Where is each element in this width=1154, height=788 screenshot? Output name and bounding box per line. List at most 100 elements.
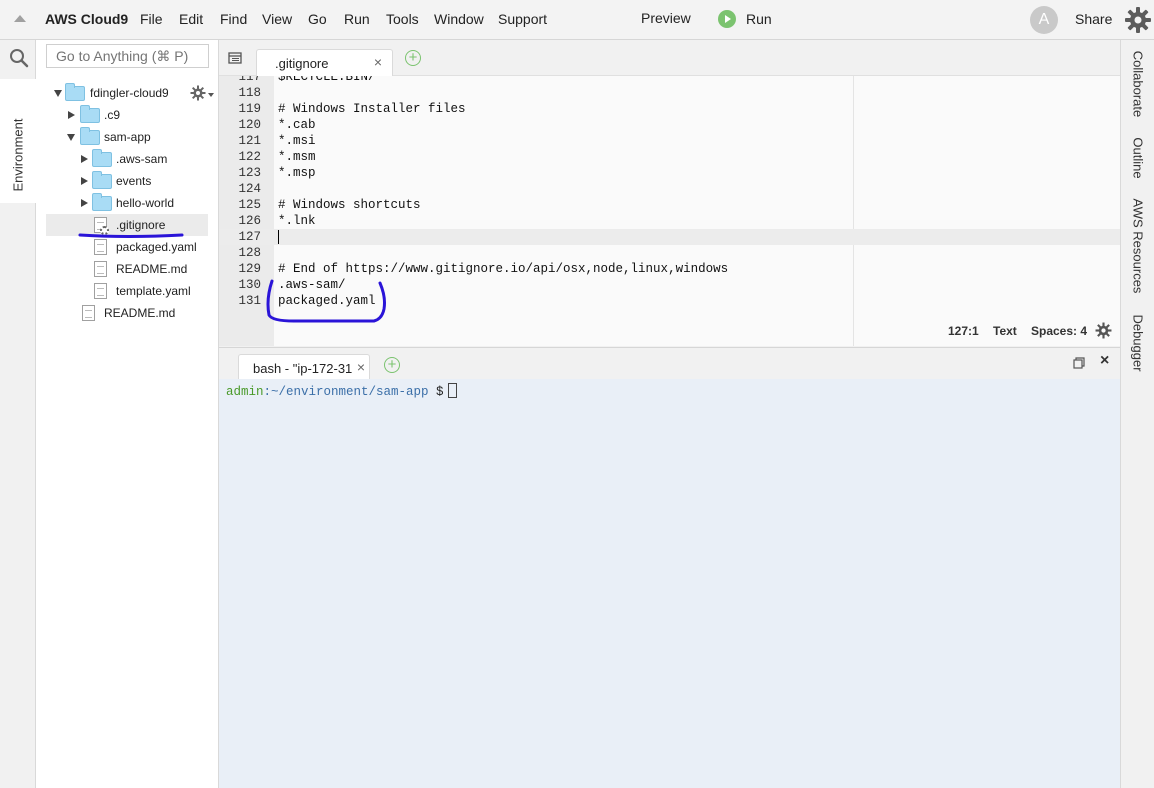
expand-arrow-icon[interactable]	[68, 111, 75, 119]
tab-environment[interactable]: Environment	[0, 79, 36, 203]
line-text: *.msi	[278, 134, 316, 148]
code-line: 117 $RECYCLE.BIN/	[219, 76, 1120, 85]
tree-item-packaged-yaml-file[interactable]: packaged.yaml	[46, 236, 208, 258]
tree-item-aws-sam-folder[interactable]: .aws-sam	[46, 148, 208, 170]
menu-support[interactable]: Support	[498, 11, 547, 27]
goto-anything-input[interactable]	[46, 44, 209, 68]
folder-icon	[80, 127, 100, 145]
code-editor[interactable]: 117 $RECYCLE.BIN/ 118 119 # Windows Inst…	[219, 76, 1120, 346]
chevron-down-icon[interactable]	[208, 93, 214, 97]
menu-tools[interactable]: Tools	[386, 11, 419, 27]
preview-button[interactable]: Preview	[641, 10, 691, 26]
line-text: .aws-sam/	[278, 278, 346, 292]
preferences-gear-icon[interactable]	[1124, 6, 1152, 34]
tree-item-gitignore-file[interactable]: .gitignore	[46, 214, 208, 236]
menu-window[interactable]: Window	[434, 11, 484, 27]
menu-find[interactable]: Find	[220, 11, 247, 27]
tree-item-template-yaml-file[interactable]: template.yaml	[46, 280, 208, 302]
line-number: 129	[238, 262, 261, 276]
tree-item-readme-file[interactable]: README.md	[46, 258, 208, 280]
folder-icon	[92, 149, 112, 167]
code-line: 129 # End of https://www.gitignore.io/ap…	[219, 261, 1120, 277]
restore-panel-icon[interactable]	[1073, 357, 1085, 369]
expand-arrow-icon[interactable]	[81, 155, 88, 163]
close-icon[interactable]: ×	[357, 359, 365, 375]
code-line: 124	[219, 181, 1120, 197]
expand-arrow-icon[interactable]	[54, 90, 62, 97]
cloud9-ide: AWS Cloud9 File Edit Find View Go Run To…	[0, 0, 1154, 788]
tab-gitignore[interactable]: .gitignore ×	[256, 49, 393, 77]
folder-icon	[92, 171, 112, 189]
code-line: 122 *.msm	[219, 149, 1120, 165]
tree-item-c9-folder[interactable]: .c9	[46, 104, 208, 126]
expand-arrow-icon[interactable]	[81, 177, 88, 185]
add-terminal-plus-icon[interactable]: +	[384, 357, 400, 373]
tree-item-root-folder[interactable]: fdingler-cloud9-r	[46, 82, 214, 104]
terminal[interactable]: admin:~/environment/sam-app $	[219, 379, 1120, 788]
tree-settings-gear-icon[interactable]	[190, 85, 206, 101]
tab-bash-terminal[interactable]: bash - "ip-172-31 ×	[238, 354, 370, 381]
line-text: *.lnk	[278, 214, 316, 228]
tab-debugger[interactable]: Debugger	[1131, 314, 1146, 371]
tab-collaborate[interactable]: Collaborate	[1131, 51, 1146, 118]
tab-list-icon[interactable]	[228, 52, 242, 64]
tree-item-sam-app-folder[interactable]: sam-app	[46, 126, 208, 148]
run-button[interactable]: Run	[718, 9, 772, 29]
editor-tab-bar: .gitignore × +	[219, 40, 1120, 77]
indent-setting[interactable]: Spaces: 4	[1031, 324, 1087, 338]
code-line: 119 # Windows Installer files	[219, 101, 1120, 117]
close-icon[interactable]: ×	[374, 54, 382, 70]
tree-item-label: .aws-sam	[116, 152, 168, 166]
folder-icon	[92, 193, 112, 211]
code-line: 123 *.msp	[219, 165, 1120, 181]
editor-settings-gear-icon[interactable]	[1095, 322, 1112, 339]
tree-item-label: template.yaml	[116, 284, 191, 298]
file-icon	[94, 239, 107, 255]
tree-item-label: sam-app	[104, 130, 151, 144]
collapse-menu-icon[interactable]	[14, 15, 26, 22]
line-number: 131	[238, 294, 261, 308]
tree-item-root-readme-file[interactable]: README.md	[46, 302, 208, 324]
editor-status-bar: 127:1 Text Spaces: 4	[219, 318, 1120, 344]
syntax-mode[interactable]: Text	[993, 324, 1017, 338]
search-icon[interactable]	[9, 48, 29, 68]
cursor-position[interactable]: 127:1	[948, 324, 979, 338]
tree-item-label: fdingler-cloud9-r	[90, 86, 168, 100]
folder-icon	[80, 105, 100, 123]
line-number: 120	[238, 118, 261, 132]
terminal-tab-bar: bash - "ip-172-31 × + ×	[219, 347, 1120, 381]
menu-file[interactable]: File	[140, 11, 163, 27]
tree-item-label: README.md	[116, 262, 188, 276]
menu-run[interactable]: Run	[344, 11, 370, 27]
add-tab-plus-icon[interactable]: +	[405, 50, 421, 66]
expand-arrow-icon[interactable]	[81, 199, 88, 207]
terminal-user: admin	[226, 385, 264, 399]
terminal-cursor	[447, 383, 457, 398]
close-panel-icon[interactable]: ×	[1100, 352, 1109, 370]
tree-item-label: events	[116, 174, 152, 188]
brand-menu[interactable]: AWS Cloud9	[45, 11, 128, 27]
menu-go[interactable]: Go	[308, 11, 327, 27]
expand-arrow-icon[interactable]	[67, 134, 75, 141]
tree-item-events-folder[interactable]: events	[46, 170, 208, 192]
text-cursor	[278, 230, 279, 244]
file-icon	[94, 283, 107, 299]
code-line: 118	[219, 85, 1120, 101]
line-number: 121	[238, 134, 261, 148]
line-number: 122	[238, 150, 261, 164]
file-tree-panel: fdingler-cloud9-r .c9 sam	[36, 40, 219, 788]
tab-outline[interactable]: Outline	[1131, 137, 1146, 178]
line-text: *.msp	[278, 166, 316, 180]
menu-edit[interactable]: Edit	[179, 11, 203, 27]
line-text: *.msm	[278, 150, 316, 164]
line-number: 128	[238, 246, 261, 260]
share-button[interactable]: Share	[1075, 11, 1112, 27]
line-text: # Windows Installer files	[278, 102, 466, 116]
menu-view[interactable]: View	[262, 11, 292, 27]
line-text: *.cab	[278, 118, 316, 132]
avatar[interactable]: A	[1030, 6, 1058, 34]
line-text: packaged.yaml	[278, 294, 376, 308]
code-line: 121 *.msi	[219, 133, 1120, 149]
tree-item-hello-world-folder[interactable]: hello-world	[46, 192, 208, 214]
tab-aws-resources[interactable]: AWS Resources	[1131, 199, 1146, 294]
